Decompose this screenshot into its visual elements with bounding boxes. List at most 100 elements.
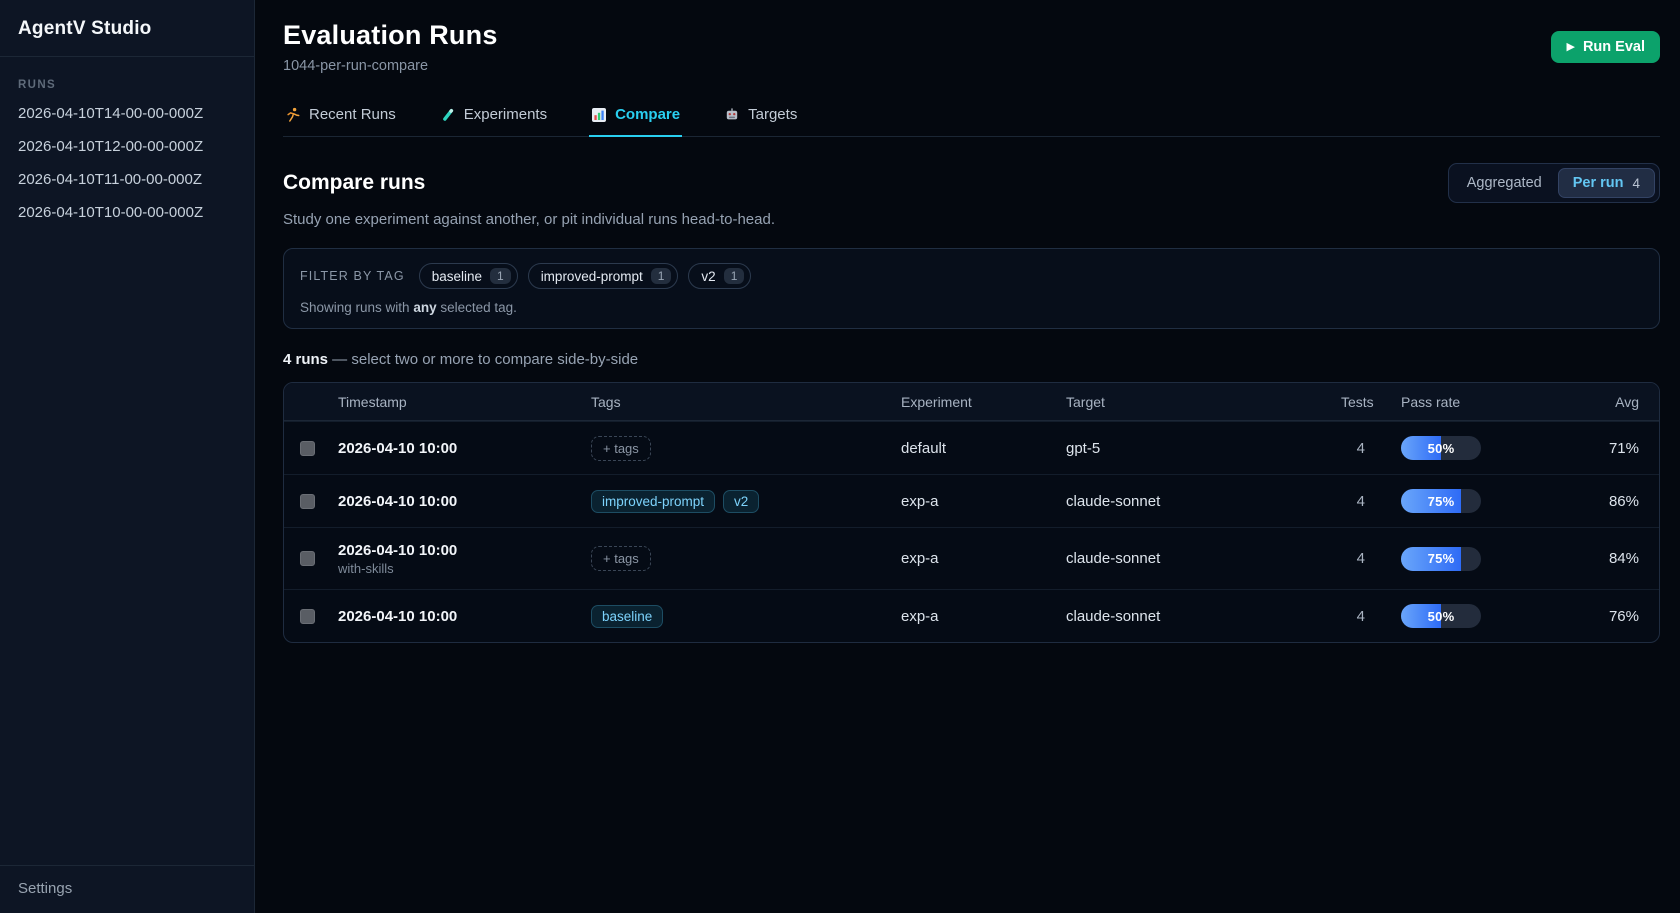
filter-note-any: any <box>413 300 436 315</box>
robot-icon <box>724 107 740 123</box>
filter-tag-name: baseline <box>432 269 482 284</box>
runs-summary-count: 4 runs <box>283 351 328 368</box>
pass-rate-bar: 75% <box>1401 547 1481 571</box>
tag-pill[interactable]: v2 <box>723 490 759 513</box>
filter-tag-name: v2 <box>701 269 715 284</box>
table-row: 2026-04-10 10:00 baseline exp-a claude-s… <box>284 589 1659 642</box>
add-tags-button[interactable]: + tags <box>591 436 651 461</box>
pass-rate-bar: 50% <box>1401 436 1481 460</box>
row-avg: 86% <box>1541 493 1639 510</box>
toggle-per-run-label: Per run <box>1573 175 1624 191</box>
toggle-aggregated[interactable]: Aggregated <box>1453 169 1556 197</box>
filter-tag-count: 1 <box>724 268 745 284</box>
row-timestamp: 2026-04-10 10:00 <box>338 440 591 457</box>
filter-tag-name: improved-prompt <box>541 269 643 284</box>
row-avg: 84% <box>1541 550 1639 567</box>
run-eval-button[interactable]: ▶ Run Eval <box>1551 31 1660 63</box>
pass-rate-bar: 75% <box>1401 489 1481 513</box>
filter-row: FILTER BY TAG baseline 1 improved-prompt… <box>300 263 1643 289</box>
page-title: Evaluation Runs <box>283 20 498 51</box>
sidebar-spacer <box>0 229 254 865</box>
run-eval-label: Run Eval <box>1583 39 1645 55</box>
row-checkbox[interactable] <box>300 551 315 566</box>
row-tests: 4 <box>1341 440 1401 457</box>
row-experiment: exp-a <box>901 550 1066 567</box>
runs-table: Timestamp Tags Experiment Target Tests P… <box>283 382 1660 643</box>
row-tests: 4 <box>1341 550 1401 567</box>
row-experiment: default <box>901 440 1066 457</box>
sidebar-run-item[interactable]: 2026-04-10T12-00-00-000Z <box>0 130 254 163</box>
col-timestamp: Timestamp <box>338 394 591 410</box>
view-mode-toggle: Aggregated Per run 4 <box>1448 163 1660 203</box>
app-title: AgentV Studio <box>0 0 254 57</box>
runs-summary-rest: — select two or more to compare side-by-… <box>328 351 638 368</box>
pass-rate-label: 75% <box>1401 547 1481 571</box>
row-target: claude-sonnet <box>1066 493 1341 510</box>
col-target: Target <box>1066 394 1341 410</box>
filter-note: Showing runs with any selected tag. <box>300 300 1643 315</box>
tab-label: Experiments <box>464 106 547 123</box>
table-row: 2026-04-10 10:00 + tags default gpt-5 4 … <box>284 421 1659 474</box>
filter-tag-improved-prompt[interactable]: improved-prompt 1 <box>528 263 679 289</box>
compare-heading: Compare runs <box>283 171 425 195</box>
page-header-text: Evaluation Runs 1044-per-run-compare <box>283 20 498 74</box>
tab-label: Targets <box>748 106 797 123</box>
toggle-per-run[interactable]: Per run 4 <box>1558 168 1655 198</box>
page-header: Evaluation Runs 1044-per-run-compare ▶ R… <box>283 20 1660 74</box>
row-tests: 4 <box>1341 493 1401 510</box>
filter-tag-baseline[interactable]: baseline 1 <box>419 263 518 289</box>
row-experiment: exp-a <box>901 608 1066 625</box>
tab-compare[interactable]: Compare <box>589 104 682 137</box>
pass-rate-label: 50% <box>1401 436 1481 460</box>
row-avg: 76% <box>1541 608 1639 625</box>
page-subtitle: 1044-per-run-compare <box>283 58 498 74</box>
row-timestamp: 2026-04-10 10:00 <box>338 608 591 625</box>
pass-rate-bar: 50% <box>1401 604 1481 628</box>
row-avg: 71% <box>1541 440 1639 457</box>
sidebar-run-item[interactable]: 2026-04-10T14-00-00-000Z <box>0 97 254 130</box>
compare-description: Study one experiment against another, or… <box>283 211 1660 228</box>
row-checkbox[interactable] <box>300 494 315 509</box>
col-tags: Tags <box>591 394 901 410</box>
compare-section-header: Compare runs Aggregated Per run 4 <box>283 163 1660 203</box>
filter-tag-count: 1 <box>651 268 672 284</box>
tab-label: Recent Runs <box>309 106 396 123</box>
runs-summary: 4 runs — select two or more to compare s… <box>283 351 1660 368</box>
bar-chart-icon <box>591 107 607 123</box>
toggle-per-run-count: 4 <box>1632 176 1640 191</box>
col-pass-rate: Pass rate <box>1401 394 1541 410</box>
tag-pill[interactable]: improved-prompt <box>591 490 715 513</box>
add-tags-button[interactable]: + tags <box>591 546 651 571</box>
filter-tag-v2[interactable]: v2 1 <box>688 263 751 289</box>
sidebar: AgentV Studio RUNS 2026-04-10T14-00-00-0… <box>0 0 255 913</box>
filter-card: FILTER BY TAG baseline 1 improved-prompt… <box>283 248 1660 329</box>
table-header-row: Timestamp Tags Experiment Target Tests P… <box>284 383 1659 421</box>
tab-recent-runs[interactable]: Recent Runs <box>283 104 398 137</box>
test-tube-icon <box>440 107 456 123</box>
row-timestamp: 2026-04-10 10:00 <box>338 493 591 510</box>
pass-rate-label: 75% <box>1401 489 1481 513</box>
sidebar-run-item[interactable]: 2026-04-10T11-00-00-000Z <box>0 163 254 196</box>
col-experiment: Experiment <box>901 394 1066 410</box>
tag-pill[interactable]: baseline <box>591 605 663 628</box>
filter-tag-count: 1 <box>490 268 511 284</box>
table-row: 2026-04-10 10:00 with-skills + tags exp-… <box>284 527 1659 589</box>
sidebar-runs-heading: RUNS <box>0 57 254 97</box>
tab-label: Compare <box>615 106 680 123</box>
table-row: 2026-04-10 10:00 improved-prompt v2 exp-… <box>284 474 1659 527</box>
main-content: Evaluation Runs 1044-per-run-compare ▶ R… <box>255 0 1680 913</box>
sidebar-run-item[interactable]: 2026-04-10T10-00-00-000Z <box>0 196 254 229</box>
filter-label: FILTER BY TAG <box>300 269 405 283</box>
row-target: claude-sonnet <box>1066 608 1341 625</box>
tab-targets[interactable]: Targets <box>722 104 799 137</box>
settings-link[interactable]: Settings <box>0 865 254 913</box>
tab-experiments[interactable]: Experiments <box>438 104 549 137</box>
tab-bar: Recent Runs Experiments Compare <box>283 104 1660 137</box>
col-avg: Avg <box>1541 394 1639 410</box>
row-checkbox[interactable] <box>300 441 315 456</box>
play-icon: ▶ <box>1566 42 1574 53</box>
runner-icon <box>285 107 301 123</box>
row-target: claude-sonnet <box>1066 550 1341 567</box>
row-tests: 4 <box>1341 608 1401 625</box>
row-checkbox[interactable] <box>300 609 315 624</box>
